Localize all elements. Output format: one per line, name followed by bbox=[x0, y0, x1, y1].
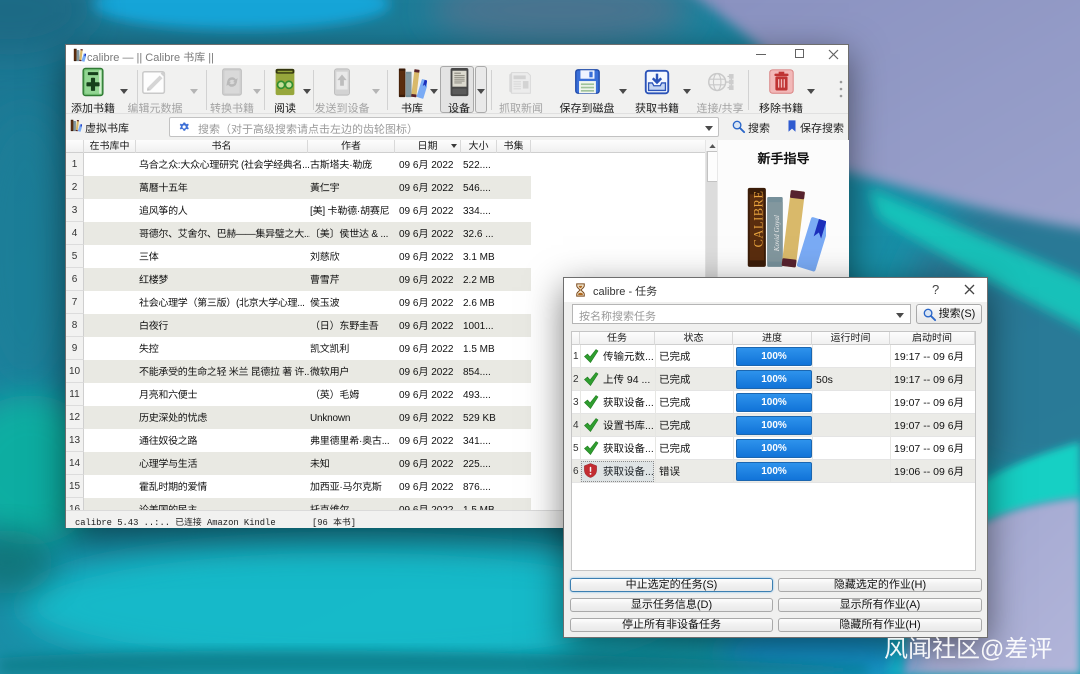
svg-text:CALIBRE: CALIBRE bbox=[752, 190, 766, 247]
svg-text:Kovid Goyal: Kovid Goyal bbox=[773, 215, 781, 252]
